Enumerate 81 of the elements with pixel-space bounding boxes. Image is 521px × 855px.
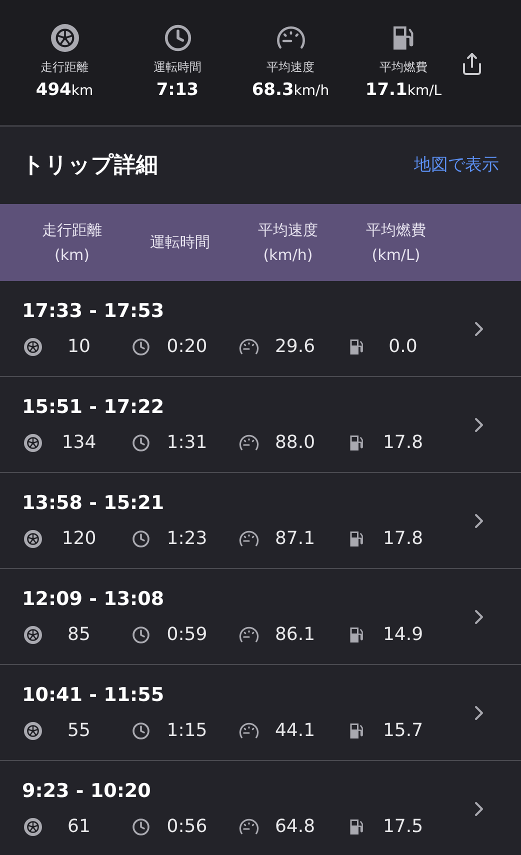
column-header: 運転時間 [150, 232, 210, 253]
trip-stat: 86.1 [274, 623, 316, 648]
trip-stat: 17.5 [382, 815, 424, 840]
column-header: (km/h) [263, 244, 313, 266]
speedometer-icon [274, 25, 306, 51]
wheel-icon [24, 338, 42, 356]
trip-stat: 87.1 [274, 527, 316, 552]
clock-icon [132, 722, 150, 740]
wheel-icon [50, 24, 78, 52]
summary-value: 17.1km/L [365, 79, 442, 102]
summary-label: 平均燃費 [380, 59, 428, 76]
trip-time: 15:51 - 17:22 [22, 394, 166, 420]
trip-stat: 0:59 [166, 623, 208, 648]
trip-stat: 17.8 [382, 527, 424, 552]
map-link[interactable]: 地図で表示 [414, 152, 499, 178]
trip-stat: 17.8 [382, 431, 424, 456]
trip-row[interactable]: 15:51 - 17:22 134 1:31 88.0 17.8 [0, 377, 521, 473]
column-header: 走行距離 [42, 220, 102, 240]
wheel-icon [24, 626, 42, 644]
trip-stat: 64.8 [274, 815, 316, 840]
trip-stat: 1:23 [166, 527, 208, 552]
summary-value: 494km [36, 79, 94, 102]
clock-icon [132, 530, 150, 548]
fuel-pump-icon [348, 530, 366, 548]
trip-row[interactable]: 10:41 - 11:55 55 1:15 44.1 15.7 [0, 665, 521, 761]
trip-row[interactable]: 12:09 - 13:08 85 0:59 86.1 14.9 [0, 569, 521, 665]
clock-icon [164, 24, 192, 52]
summary-label: 平均速度 [266, 59, 314, 76]
wheel-icon [24, 530, 42, 548]
trip-row[interactable]: 17:33 - 17:53 10 0:20 29.6 0.0 [0, 281, 521, 377]
trip-stat: 0:20 [166, 335, 208, 360]
column-header: (km) [54, 244, 90, 266]
trip-stat: 88.0 [274, 431, 316, 456]
trip-time: 17:33 - 17:53 [22, 298, 166, 324]
trip-row[interactable]: 13:58 - 15:21 120 1:23 87.1 17.8 [0, 473, 521, 569]
trip-stat: 0:56 [166, 815, 208, 840]
fuel-pump-icon [348, 338, 366, 356]
trip-stat: 29.6 [274, 335, 316, 360]
clock-icon [132, 626, 150, 644]
wheel-icon [24, 434, 42, 452]
fuel-pump-icon [348, 626, 366, 644]
trip-stat: 0.0 [388, 335, 418, 360]
clock-icon [132, 818, 150, 836]
share-icon [460, 52, 484, 76]
section-title: トリップ詳細 [22, 152, 158, 180]
trip-stat: 14.9 [382, 623, 424, 648]
trip-stat: 85 [66, 623, 92, 648]
trip-time: 10:41 - 11:55 [22, 682, 166, 708]
trip-stat: 44.1 [274, 719, 316, 744]
summary-label: 運転時間 [154, 59, 202, 76]
speedometer-icon [238, 626, 260, 644]
wheel-icon [24, 722, 42, 740]
speedometer-icon [238, 818, 260, 836]
trip-stat: 120 [60, 527, 98, 552]
trip-stat: 15.7 [382, 719, 424, 744]
trip-stat: 55 [66, 719, 92, 744]
speedometer-icon [238, 434, 260, 452]
column-header: 平均速度 [258, 220, 318, 240]
column-header: (km/L) [372, 244, 420, 266]
trip-stat: 134 [60, 431, 98, 456]
trip-time: 13:58 - 15:21 [22, 490, 166, 516]
fuel-pump-icon [348, 434, 366, 452]
trip-row[interactable]: 9:23 - 10:20 61 0:56 64.8 17.5 [0, 761, 521, 855]
speedometer-icon [238, 338, 260, 356]
clock-icon [132, 434, 150, 452]
trip-time: 9:23 - 10:20 [22, 778, 152, 804]
trip-stat: 10 [66, 335, 92, 360]
trip-stat: 1:15 [166, 719, 208, 744]
fuel-pump-icon [348, 818, 366, 836]
summary-value: 68.3km/h [252, 79, 330, 102]
fuel-pump-icon [348, 722, 366, 740]
speedometer-icon [238, 722, 260, 740]
clock-icon [132, 338, 150, 356]
speedometer-icon [238, 530, 260, 548]
column-header: 平均燃費 [366, 220, 426, 240]
trip-stat: 1:31 [166, 431, 208, 456]
summary-label: 走行距離 [40, 59, 88, 76]
summary-value: 7:13 [156, 79, 199, 102]
wheel-icon [24, 818, 42, 836]
trip-time: 12:09 - 13:08 [22, 586, 166, 612]
trip-stat: 61 [66, 815, 92, 840]
